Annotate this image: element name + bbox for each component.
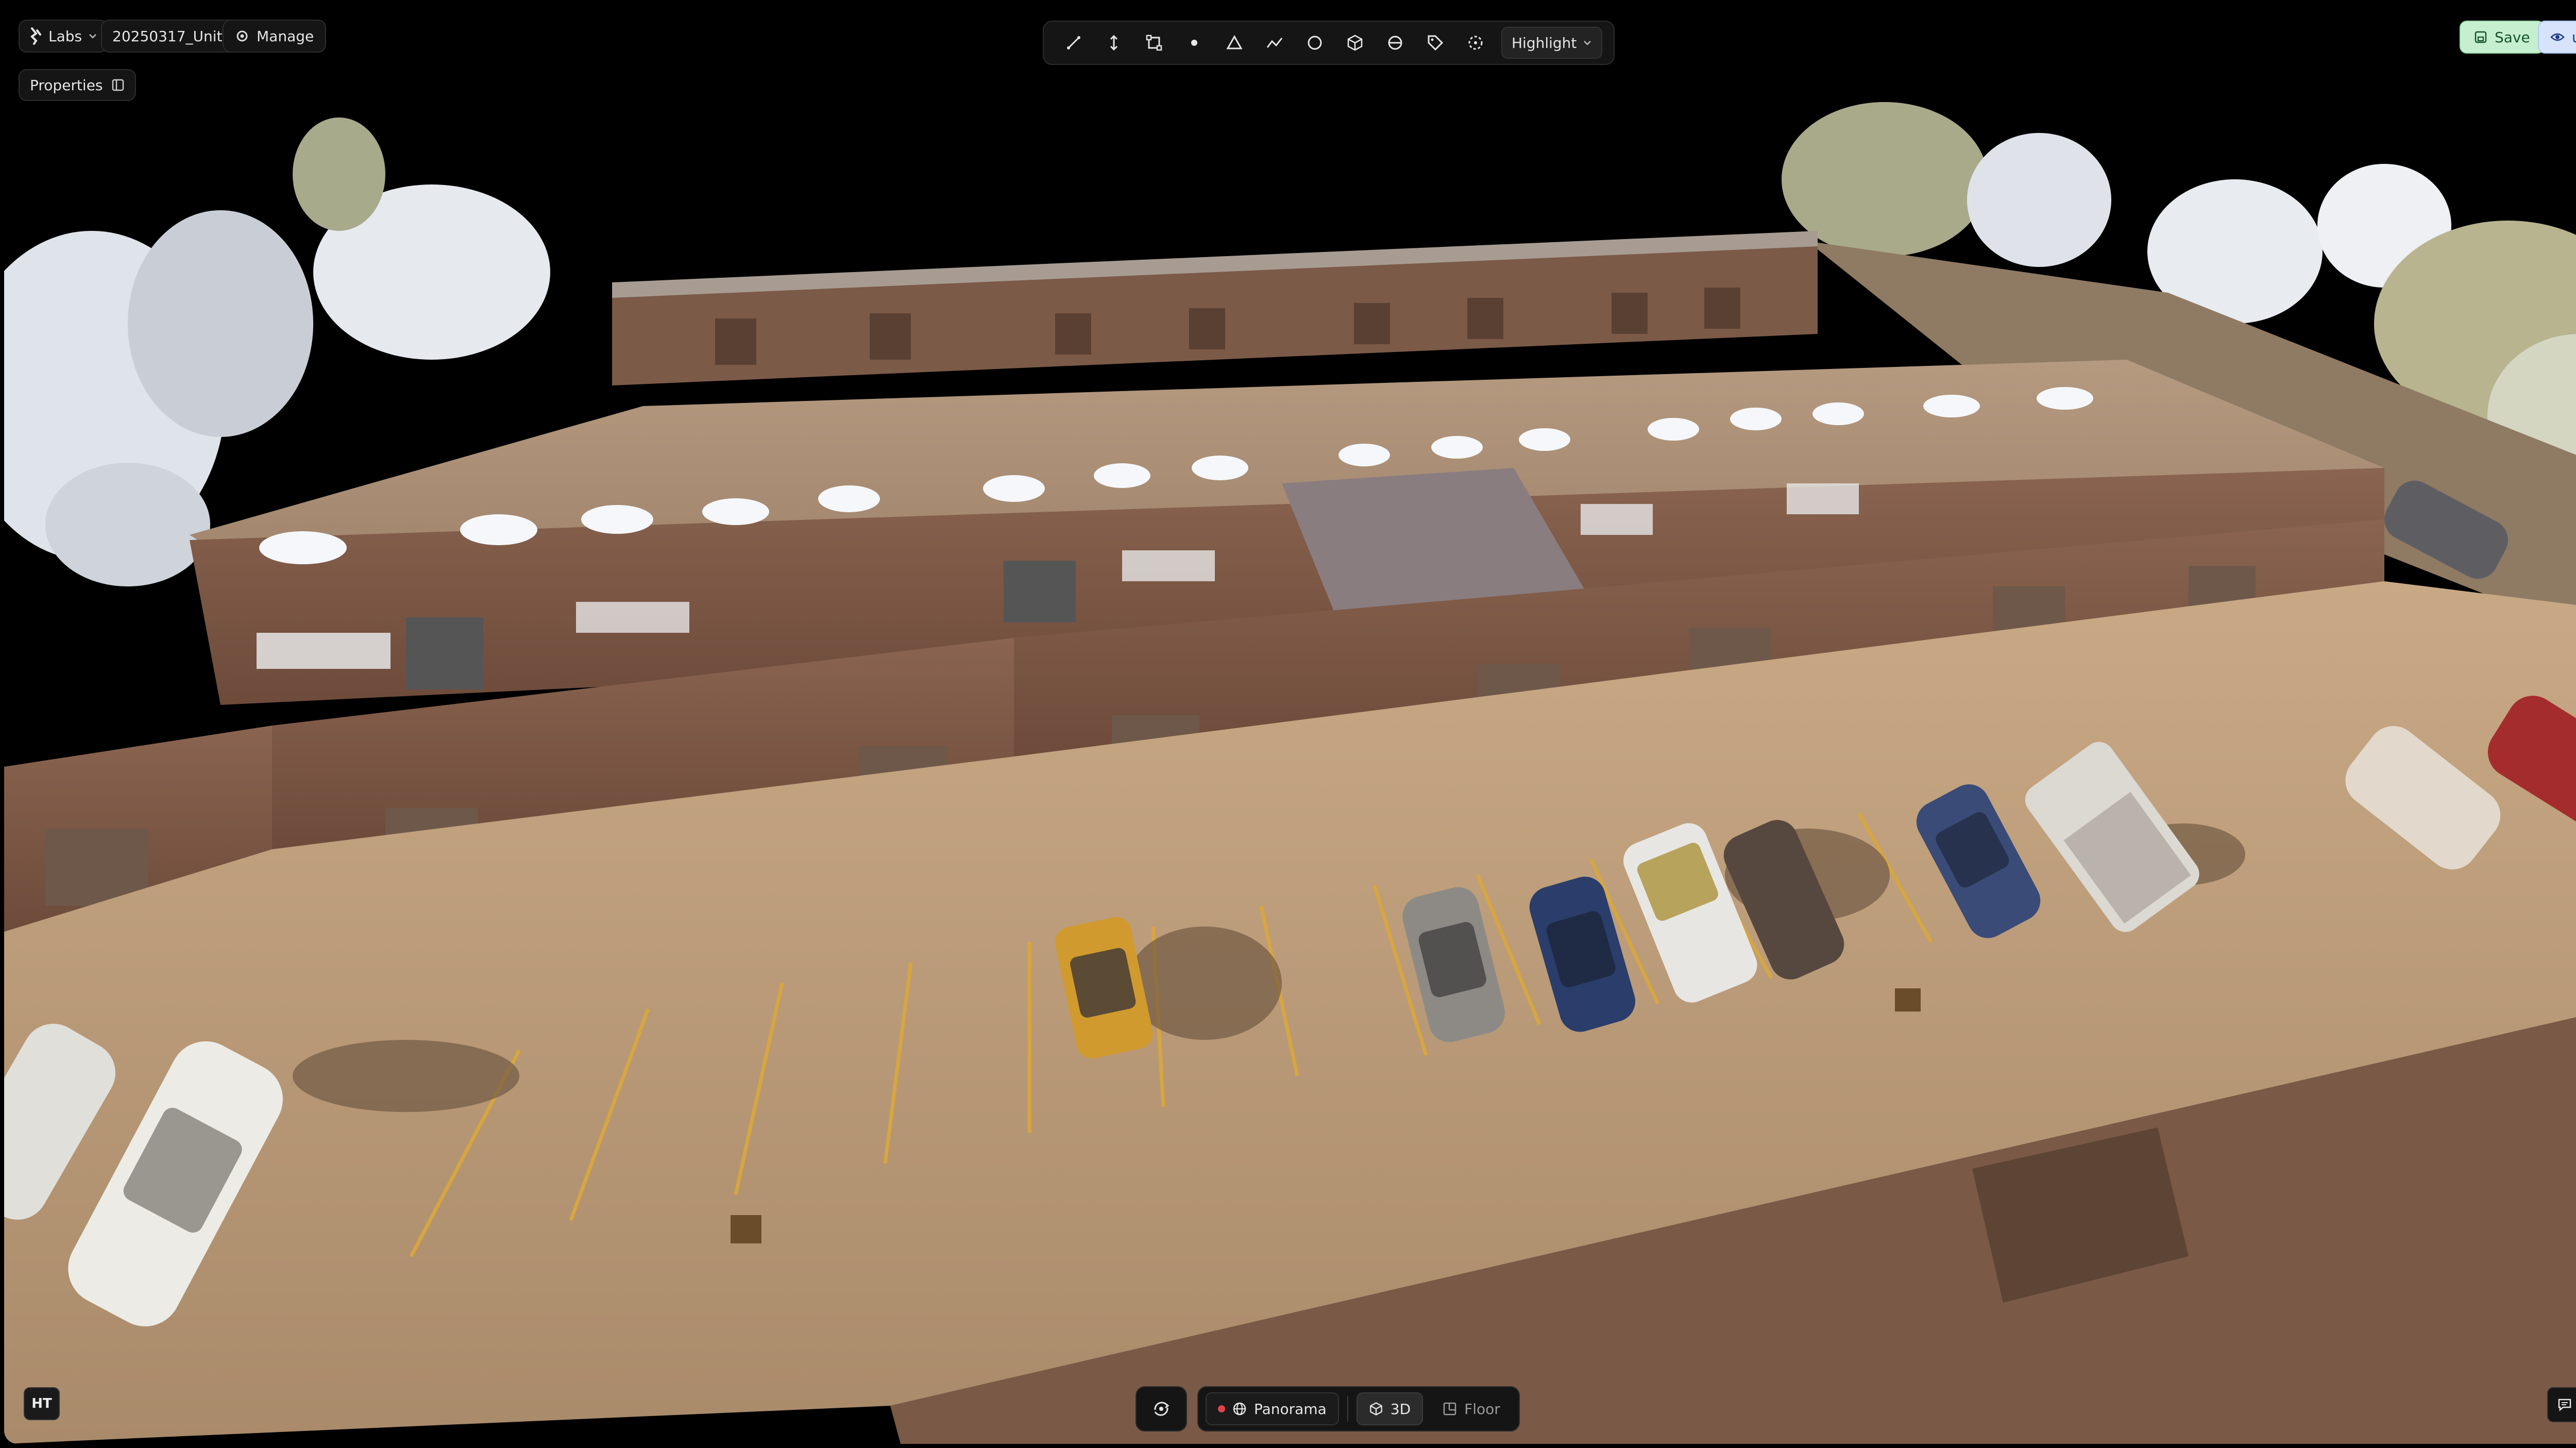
chevron-down-icon: [88, 31, 97, 41]
properties-button[interactable]: Properties: [19, 69, 136, 101]
highlight-label: Highlight: [1512, 34, 1577, 52]
properties-label: Properties: [30, 76, 103, 94]
section-tool[interactable]: [1377, 24, 1414, 61]
recording-dot-icon: [1218, 1405, 1225, 1412]
storm-drain: [1895, 988, 1921, 1012]
project-name: 20250317_Unit28: [112, 27, 241, 45]
org-switcher[interactable]: Labs: [19, 20, 108, 53]
view-mode-switcher: Panorama 3D Floor: [1197, 1386, 1520, 1432]
volume-tool[interactable]: [1336, 24, 1374, 61]
manage-label: Manage: [257, 27, 314, 45]
vertical-arrows-icon: [1105, 34, 1123, 52]
dashed-focus-icon: [1467, 34, 1484, 52]
user-initials-badge[interactable]: HT: [24, 1387, 60, 1420]
bounding-box-icon: [1145, 34, 1163, 52]
chat-icon: [2557, 1397, 2572, 1412]
circle-tool[interactable]: [1296, 24, 1333, 61]
floorplan-icon: [1443, 1402, 1457, 1416]
triangle-tool[interactable]: [1216, 24, 1253, 61]
triangle-icon: [1226, 34, 1243, 52]
save-button[interactable]: Save: [2460, 21, 2545, 54]
chevron-down-icon: [1583, 38, 1592, 47]
globe-icon: [1232, 1402, 1247, 1416]
orbit-icon: [1151, 1399, 1172, 1419]
circle-icon: [1306, 34, 1324, 52]
dot-icon: [1185, 34, 1203, 52]
cube-icon: [1346, 34, 1364, 52]
polyline-tool[interactable]: [1256, 24, 1293, 61]
gear-icon: [235, 29, 249, 43]
eye-icon: [2550, 31, 2565, 43]
area-tool[interactable]: [1136, 24, 1173, 61]
feedback-button[interactable]: [2547, 1387, 2576, 1422]
point-tool[interactable]: [1176, 24, 1213, 61]
orbit-button[interactable]: [1136, 1386, 1187, 1432]
sliced-circle-icon: [1386, 34, 1404, 52]
panel-toggle-icon: [111, 78, 125, 92]
panorama-label: Panorama: [1254, 1400, 1327, 1418]
save-icon: [2474, 30, 2487, 44]
user-label: ultra: [2572, 29, 2576, 46]
user-menu[interactable]: ultra: [2538, 21, 2576, 54]
zigzag-line-icon: [1266, 34, 1283, 52]
org-label: Labs: [48, 27, 82, 45]
divider: [1347, 1396, 1348, 1422]
point-cloud-scene[interactable]: [4, 4, 2576, 1444]
3d-label: 3D: [1390, 1400, 1411, 1418]
diagonal-line-icon: [1065, 34, 1082, 52]
line-measure-tool[interactable]: [1055, 24, 1092, 61]
viewer-canvas[interactable]: Labs 20250317_Unit28 Manage Properties H…: [4, 4, 2576, 1444]
cube-icon: [1369, 1402, 1383, 1416]
focus-tool[interactable]: [1457, 24, 1494, 61]
tag-tool[interactable]: [1417, 24, 1454, 61]
tag-icon: [1427, 34, 1444, 52]
highlight-dropdown[interactable]: Highlight: [1501, 27, 1603, 59]
floor-mode-button[interactable]: Floor: [1431, 1392, 1512, 1425]
measurement-toolbar: Highlight: [1043, 21, 1615, 65]
3d-mode-button[interactable]: 3D: [1356, 1392, 1423, 1425]
manage-button[interactable]: Manage: [223, 20, 327, 53]
height-measure-tool[interactable]: [1095, 24, 1132, 61]
panorama-mode-button[interactable]: Panorama: [1206, 1392, 1339, 1425]
back-building: [612, 231, 1818, 385]
labs-logo-icon: [29, 27, 42, 45]
storm-drain: [731, 1215, 761, 1243]
floor-label: Floor: [1464, 1400, 1500, 1418]
save-label: Save: [2495, 28, 2530, 46]
